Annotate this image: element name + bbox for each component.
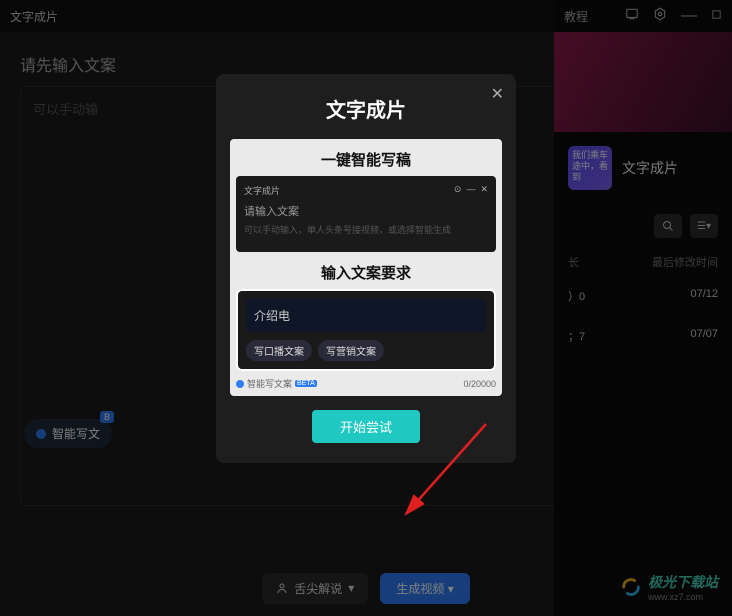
modal-backdrop: ✕ 文字成片 一键智能写稿 文字成片 ⊙ — ✕ 请输入文案 可以手动输入，单人… <box>0 0 732 616</box>
preview-highlighted-box: 介绍电 写口播文案 写营销文案 <box>236 289 496 371</box>
ai-dot-icon <box>236 380 244 388</box>
preview-caption-2: 输入文案要求 <box>236 262 496 283</box>
modal-close-button[interactable]: ✕ <box>491 84 504 104</box>
inner-beta-badge: BETA <box>295 380 317 387</box>
inner-prompt-label: 请输入文案 <box>244 203 488 219</box>
inner-input-field: 介绍电 <box>246 299 486 332</box>
inner-chip-2: 写营销文案 <box>318 340 384 361</box>
inner-ai-label: 智能写文案 <box>247 377 292 390</box>
inner-window-controls: ⊙ — ✕ <box>454 184 488 197</box>
preview-inner-app: 文字成片 ⊙ — ✕ 请输入文案 可以手动输入，单人头条号接视频，或选择智能生成 <box>236 176 496 252</box>
inner-counter: 0/20000 <box>463 379 496 389</box>
inner-placeholder: 可以手动输入，单人头条号接视频，或选择智能生成 <box>244 223 488 236</box>
inner-app-title: 文字成片 <box>244 184 280 197</box>
modal-dialog: ✕ 文字成片 一键智能写稿 文字成片 ⊙ — ✕ 请输入文案 可以手动输入，单人… <box>216 74 516 463</box>
start-try-button[interactable]: 开始尝试 <box>312 410 420 443</box>
inner-chip-1: 写口播文案 <box>246 340 312 361</box>
modal-title: 文字成片 <box>230 94 502 123</box>
modal-preview-image: 一键智能写稿 文字成片 ⊙ — ✕ 请输入文案 可以手动输入，单人头条号接视频，… <box>230 139 502 396</box>
inner-ai-write: 智能写文案 BETA <box>236 377 317 390</box>
preview-caption-1: 一键智能写稿 <box>236 149 496 170</box>
